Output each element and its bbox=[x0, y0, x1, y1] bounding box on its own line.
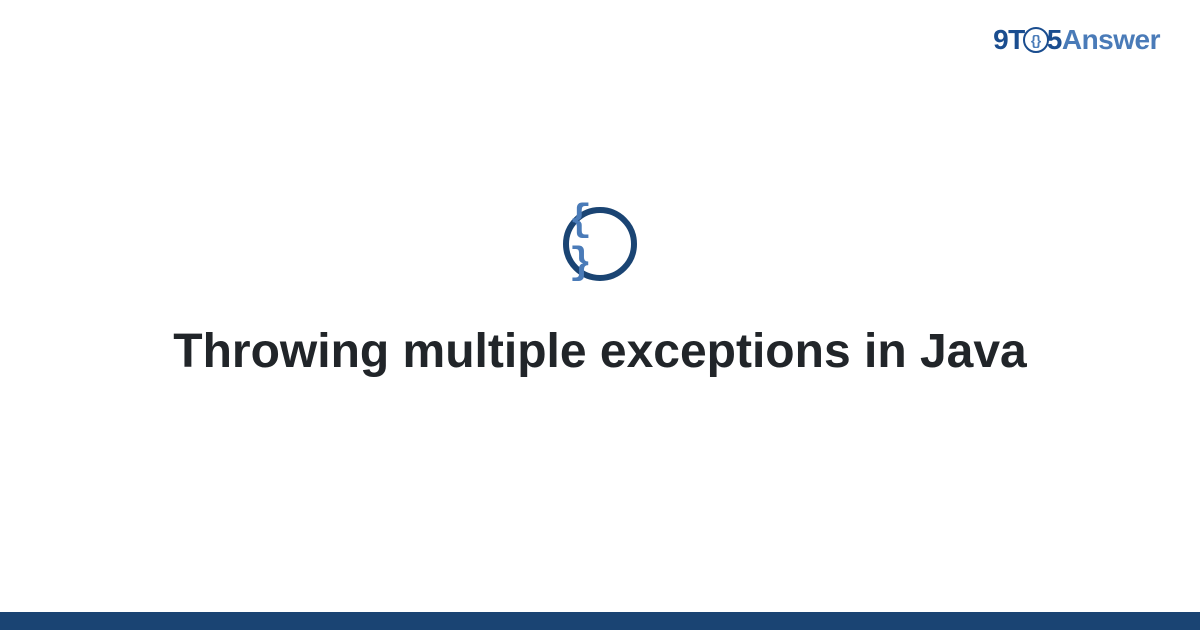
code-braces-icon: { } bbox=[563, 207, 637, 281]
braces-glyph: { } bbox=[569, 199, 631, 285]
footer-accent-bar bbox=[0, 612, 1200, 630]
main-content: { } Throwing multiple exceptions in Java bbox=[0, 0, 1200, 630]
page-title: Throwing multiple exceptions in Java bbox=[173, 321, 1027, 383]
